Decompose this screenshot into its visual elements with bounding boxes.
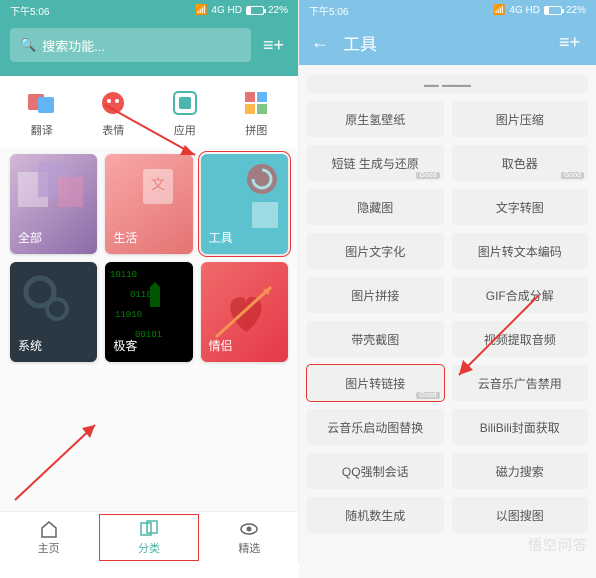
battery-icon — [246, 6, 264, 15]
signal-icon: 📶 — [195, 5, 207, 16]
svg-text:00101: 00101 — [135, 330, 162, 340]
status-bar: 下午5:06 📶 4G HD 22% — [0, 0, 298, 20]
category-emoji[interactable]: 表情 — [98, 88, 128, 138]
svg-text:10110: 10110 — [110, 270, 137, 280]
tool-musicsplash[interactable]: 云音乐启动图替换 — [307, 409, 444, 445]
signal-icon: 📶 — [493, 5, 505, 16]
search-placeholder: 搜索功能... — [42, 36, 105, 55]
tool-colorpicker[interactable]: 取色器Good — [452, 145, 589, 181]
svg-text:11010: 11010 — [115, 310, 142, 320]
bottom-nav: 主页 分类 精选 — [0, 511, 298, 563]
net-label: 4G HD — [509, 5, 540, 16]
battery-pct: 22% — [268, 5, 288, 16]
tool-imgsearch[interactable]: 以图搜图 — [452, 497, 589, 533]
battery-icon — [544, 6, 562, 15]
status-time: 下午5:06 — [309, 3, 348, 18]
top-bar: 🔍 搜索功能... ≡+ — [0, 20, 298, 76]
tool-compress[interactable]: 图片压缩 — [452, 101, 589, 137]
home-icon — [39, 520, 59, 538]
tool-bilicover[interactable]: BiliBili封面获取 — [452, 409, 589, 445]
card-all[interactable]: 全部 — [10, 154, 97, 254]
net-label: 4G HD — [211, 5, 242, 16]
tool-list: ━━ ━━━━ 原生氢壁纸 图片压缩 短链 生成与还原Good 取色器Good … — [299, 65, 596, 578]
tool-magnet[interactable]: 磁力搜索 — [452, 453, 589, 489]
top-bar: ← 工具 ≡+ — [299, 20, 596, 65]
nav-featured[interactable]: 精选 — [201, 512, 298, 563]
tool-random[interactable]: 随机数生成 — [307, 497, 444, 533]
tool-musicad[interactable]: 云音乐广告禁用 — [452, 365, 589, 401]
card-life[interactable]: 文 生活 — [105, 154, 192, 254]
status-time: 下午5:06 — [10, 3, 49, 18]
add-button[interactable]: ≡+ — [555, 32, 584, 53]
battery-pct: 22% — [566, 5, 586, 16]
back-button[interactable]: ← — [311, 32, 329, 53]
tool-gif[interactable]: GIF合成分解 — [452, 277, 589, 313]
translate-icon — [27, 88, 57, 118]
puzzle-icon — [241, 88, 271, 118]
app-icon — [170, 88, 200, 118]
card-love[interactable]: 情侣 — [201, 262, 288, 362]
add-button[interactable]: ≡+ — [259, 35, 288, 56]
category-icon — [139, 520, 159, 538]
card-system[interactable]: 系统 — [10, 262, 97, 362]
watermark: 悟空问答 — [528, 535, 588, 555]
tool-qqforce[interactable]: QQ强制会话 — [307, 453, 444, 489]
search-icon: 🔍 — [20, 37, 36, 53]
eye-icon — [239, 520, 259, 538]
nav-home[interactable]: 主页 — [0, 512, 97, 563]
tool-shortlink[interactable]: 短链 生成与还原Good — [307, 145, 444, 181]
tool-text2img[interactable]: 文字转图 — [452, 189, 589, 225]
card-tool[interactable]: 工具 — [201, 154, 288, 254]
tool-frameshot[interactable]: 带壳截图 — [307, 321, 444, 357]
tool-wallpaper[interactable]: 原生氢壁纸 — [307, 101, 444, 137]
category-row: 翻译 表情 应用 拼图 — [0, 76, 298, 148]
tool-img2text[interactable]: 图片文字化 — [307, 233, 444, 269]
card-geek[interactable]: 10110011011101000101 极客 — [105, 262, 192, 362]
emoji-icon — [98, 88, 128, 118]
tool-imgjoin[interactable]: 图片拼接 — [307, 277, 444, 313]
status-bar: 下午5:06 📶 4G HD 22% — [299, 0, 596, 20]
nav-category[interactable]: 分类 — [99, 514, 198, 561]
svg-text:文: 文 — [151, 176, 165, 192]
tool-hideimg[interactable]: 隐藏图 — [307, 189, 444, 225]
page-title: 工具 — [343, 30, 555, 55]
tool-img2code[interactable]: 图片转文本编码 — [452, 233, 589, 269]
tool-vid2audio[interactable]: 视频提取音频 — [452, 321, 589, 357]
category-translate[interactable]: 翻译 — [27, 88, 57, 138]
category-puzzle[interactable]: 拼图 — [241, 88, 271, 138]
tool-img2link[interactable]: 图片转链接Good — [307, 365, 444, 401]
tool-item-top[interactable]: ━━ ━━━━ — [307, 75, 588, 93]
card-grid: 全部 文 生活 工具 系统 10110011011101000101 极客 — [0, 148, 298, 368]
category-app[interactable]: 应用 — [170, 88, 200, 138]
search-input[interactable]: 🔍 搜索功能... — [10, 28, 251, 62]
